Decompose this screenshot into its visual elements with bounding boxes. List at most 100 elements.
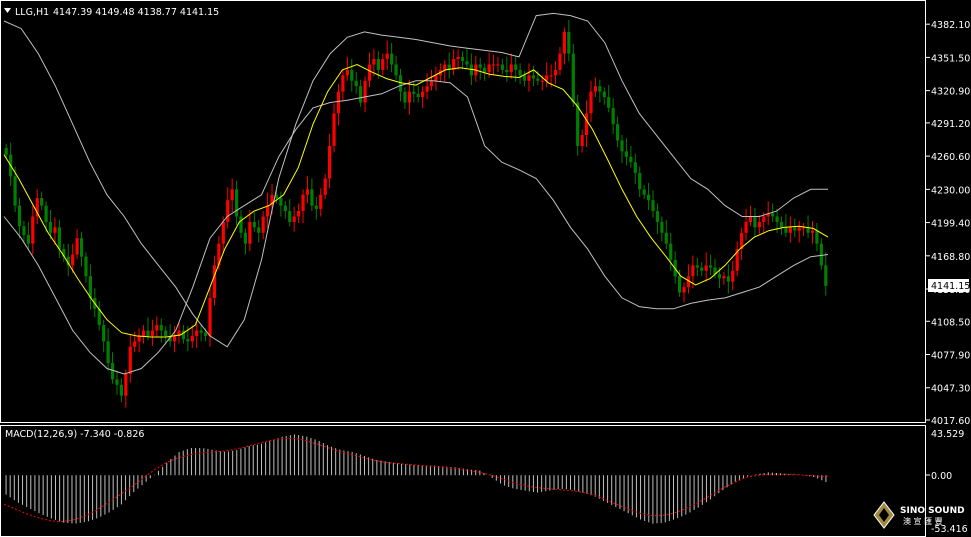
candle-body [203,332,208,336]
candle-body [314,205,318,209]
price-tick-label: 4017.60 [931,416,970,427]
candle-body [354,80,358,87]
candle-body [79,238,84,257]
current-price-label: 4141.15 [931,281,970,292]
candle-body [593,86,598,92]
chart-menu-triangle-icon[interactable] [4,8,11,13]
candle-body [762,216,766,222]
candle-body [398,75,403,92]
candle-body [567,31,571,54]
candle-body [793,227,797,231]
candle-body [731,270,735,282]
candle-body [128,346,132,374]
trading-chart[interactable]: 4382.10 4351.50 4320.90 4291.20 4260.60 4230.… [0,0,971,537]
candle-body [26,234,30,244]
candle-body [186,339,190,342]
candle-body [412,91,416,94]
candle-body [350,69,354,81]
candle-body [403,91,407,103]
macd-signal-line [3,437,828,523]
logo-cn: 澳 宣 匯 豐 [903,516,943,526]
candle-body [332,113,336,146]
candle-body [434,75,438,81]
candle-body [562,31,567,54]
candle-body [159,325,163,331]
candle-body [31,216,35,244]
candle-body [212,265,217,298]
candle-body [359,86,363,103]
price-axis: 4382.10 4351.50 4320.90 4291.20 4260.60 4230.… [926,20,970,427]
candle-body [110,363,115,380]
candle-body [257,227,261,233]
candle-body [460,56,465,62]
candle-body [292,216,296,222]
candle-body [279,198,283,206]
candle-body [717,274,722,279]
candle-body [172,335,177,342]
candle-body [13,176,17,206]
candle-body [589,91,593,114]
candle-body [88,276,92,298]
candle-body [677,276,682,293]
candle-body [407,91,411,103]
macd-max-label: 43.529 [931,429,964,440]
candle-body [288,211,292,222]
candle-body [195,330,199,336]
candle-body [615,124,620,141]
candle-body [328,145,332,179]
candle-body [709,265,713,268]
candle-body [536,78,540,81]
candle-body [429,80,434,87]
candle-body [319,194,323,209]
candle-body [775,216,779,222]
candle-body [102,325,106,342]
candle-body [372,59,376,65]
candle-body [164,330,168,336]
candle-body [824,265,828,286]
candle-body [558,53,562,70]
candle-body [239,216,243,233]
candle-body [540,80,544,82]
candle-body [531,75,535,79]
candle-body [199,330,203,333]
candle-body [620,140,624,152]
candle-body [17,205,22,227]
candle-body [22,226,26,235]
price-tick-label: 4382.10 [931,20,970,31]
candle-body [4,148,8,155]
candle-body [75,238,79,255]
candle-body [810,230,815,233]
candle-body [815,230,819,244]
candle-body [381,59,385,70]
candle-body [629,156,633,163]
candle-body [700,267,704,271]
candle-body [221,221,225,244]
candle-body [664,232,668,244]
price-tick-label: 4320.90 [931,87,970,98]
candle-body [390,53,394,65]
price-tick-label: 4168.80 [931,252,970,263]
candle-body [655,211,660,222]
candle-body [48,221,53,233]
candle-body [394,64,398,76]
candle-body [57,227,61,250]
candle-body [416,93,420,98]
candle-body [500,64,504,70]
candle-body [638,173,642,190]
candle-body [425,86,429,92]
candle-body [660,221,664,233]
candle-body [642,189,646,195]
candle-body [421,91,425,98]
candle-body [779,221,784,228]
candle-body [115,379,119,385]
candle-body [646,194,651,201]
candle-body [553,69,558,76]
candle-body [234,189,239,217]
bollinger-upper-line [3,12,828,348]
candle-body [726,276,730,282]
candle-body [341,75,345,92]
price-tick-label: 4351.50 [931,53,970,64]
ohlc-label: 4147.39 4149.48 4138.77 4141.15 [53,7,219,18]
candle-body [487,64,491,73]
candle-body [584,113,589,136]
